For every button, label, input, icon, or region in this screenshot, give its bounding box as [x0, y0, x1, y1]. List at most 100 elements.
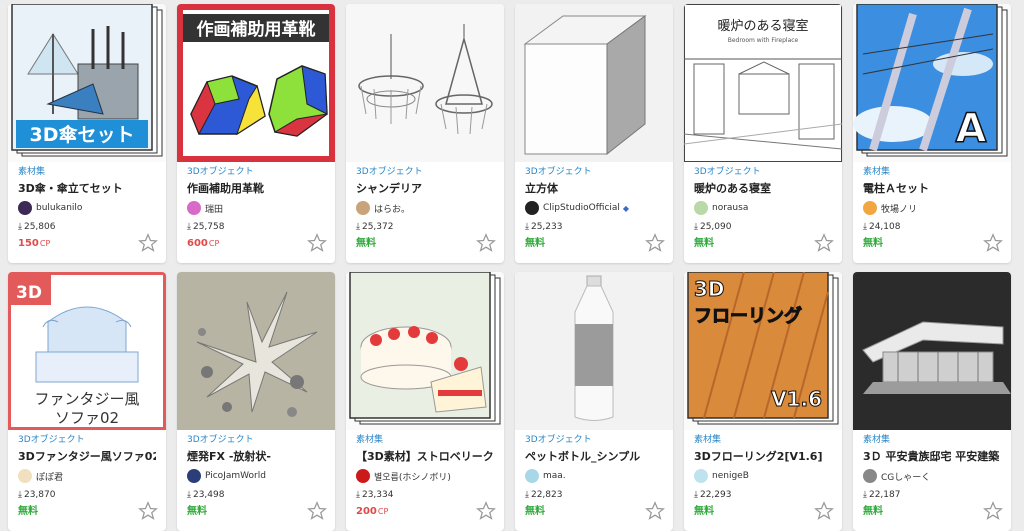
asset-title[interactable]: 作画補助用革靴: [187, 181, 325, 197]
asset-title[interactable]: シャンデリア: [356, 181, 494, 197]
thumbnail-fantasy-sofa[interactable]: 3D ファンタジー風 ソファ02: [8, 272, 166, 430]
author-name: bulukanilo: [36, 203, 83, 213]
thumbnail-chandelier[interactable]: [346, 4, 504, 162]
asset-card[interactable]: A 素材集 電柱Ａセット 牧場ノリ ⤓ 24,108 無料: [853, 4, 1011, 263]
price: 無料: [525, 506, 545, 517]
author[interactable]: maa.: [525, 468, 663, 484]
download-icon: ⤓: [525, 222, 529, 232]
author[interactable]: CGしゃーく: [863, 468, 1001, 484]
download-icon: ⤓: [18, 490, 22, 500]
download-icon: ⤓: [356, 490, 360, 500]
asset-title[interactable]: 【3D素材】ストロベリーク: [356, 449, 494, 465]
asset-card[interactable]: 素材集 【3D素材】ストロベリーク 별오름(ホシノボリ) ⤓ 23,334 200…: [346, 272, 504, 531]
favorite-star-icon[interactable]: [307, 233, 327, 253]
author[interactable]: norausa: [694, 200, 832, 216]
asset-card[interactable]: 3D フローリング V1.6 素材集 3Dフローリング2[V1.6] nenig…: [684, 272, 842, 531]
favorite-star-icon[interactable]: [983, 501, 1003, 521]
asset-card[interactable]: 3D傘セット 素材集 3D傘・傘立てセット bulukanilo ⤓ 25,806…: [8, 4, 166, 263]
asset-card[interactable]: 3Dオブジェクト 立方体 ClipStudioOfficial ◆ ⤓ 25,23…: [515, 4, 673, 263]
asset-card[interactable]: 3D ファンタジー風 ソファ02 3Dオブジェクト 3Dファンタジー風ソファ02…: [8, 272, 166, 531]
asset-title[interactable]: 立方体: [525, 181, 663, 197]
verified-badge-icon: ◆: [622, 203, 630, 213]
favorite-star-icon[interactable]: [983, 233, 1003, 253]
favorite-star-icon[interactable]: [814, 233, 834, 253]
avatar: [18, 469, 32, 483]
avatar: [187, 201, 201, 215]
asset-title[interactable]: 3Dファンタジー風ソファ02: [18, 449, 156, 465]
thumbnail-pet-bottle[interactable]: [515, 272, 673, 430]
thumbnail-cube[interactable]: [515, 4, 673, 162]
asset-card[interactable]: 3Dオブジェクト ペットボトル_シンプル maa. ⤓ 22,823 無料: [515, 272, 673, 531]
author-name: maa.: [543, 471, 566, 481]
favorite-star-icon[interactable]: [814, 501, 834, 521]
thumbnail-flooring[interactable]: 3D フローリング V1.6: [684, 272, 842, 430]
category-label: 素材集: [694, 435, 722, 445]
thumb-label-2: ソファ02: [55, 409, 119, 427]
thumb-label: A: [956, 106, 987, 152]
author-name: nenigeB: [712, 471, 749, 481]
asset-title[interactable]: ペットボトル_シンプル: [525, 449, 663, 465]
category-label: 3Dオブジェクト: [525, 435, 592, 445]
asset-title[interactable]: 煙発FX -放射状-: [187, 449, 325, 465]
avatar: [863, 469, 877, 483]
category-label: 3Dオブジェクト: [694, 167, 761, 177]
favorite-star-icon[interactable]: [476, 233, 496, 253]
download-count: ⤓ 23,334: [356, 490, 394, 500]
author[interactable]: 牧場ノリ: [863, 200, 1001, 216]
avatar: [863, 201, 877, 215]
favorite-star-icon[interactable]: [307, 501, 327, 521]
asset-card[interactable]: 素材集 3Ｄ 平安貴族邸宅 平安建築 CGしゃーく ⤓ 22,187 無料: [853, 272, 1011, 531]
category-label: 素材集: [18, 167, 46, 177]
thumb-sublabel: Bedroom with Fireplace: [728, 37, 799, 44]
asset-card[interactable]: 3Dオブジェクト シャンデリア はらお。 ⤓ 25,372 無料: [346, 4, 504, 263]
asset-title[interactable]: 3Dフローリング2[V1.6]: [694, 449, 832, 465]
author[interactable]: nenigeB: [694, 468, 832, 484]
thumbnail-bedroom[interactable]: 暖炉のある寝室 Bedroom with Fireplace: [684, 4, 842, 162]
author-name: PicoJamWorld: [205, 471, 266, 481]
author[interactable]: bulukanilo: [18, 200, 156, 216]
favorite-star-icon[interactable]: [645, 501, 665, 521]
thumb-label: 暖炉のある寝室: [717, 18, 808, 34]
thumbnail-heian-mansion[interactable]: [853, 272, 1011, 430]
category-label: 3Dオブジェクト: [356, 167, 423, 177]
price: 無料: [863, 506, 883, 517]
category-label: 3Dオブジェクト: [187, 435, 254, 445]
price: 150CP: [18, 238, 51, 249]
thumbnail-explosion-fx[interactable]: [177, 272, 335, 430]
asset-title[interactable]: 暖炉のある寝室: [694, 181, 832, 197]
favorite-star-icon[interactable]: [645, 233, 665, 253]
price: 200CP: [356, 506, 389, 517]
download-icon: ⤓: [187, 222, 191, 232]
author[interactable]: ClipStudioOfficial ◆: [525, 200, 663, 216]
asset-title[interactable]: 電柱Ａセット: [863, 181, 1001, 197]
author[interactable]: PicoJamWorld: [187, 468, 325, 484]
category-label: 3Dオブジェクト: [18, 435, 85, 445]
favorite-star-icon[interactable]: [138, 233, 158, 253]
category-label: 素材集: [863, 167, 891, 177]
download-count: ⤓ 25,372: [356, 222, 394, 232]
asset-title[interactable]: 3D傘・傘立てセット: [18, 181, 156, 197]
price: 無料: [694, 238, 714, 249]
asset-card[interactable]: 3Dオブジェクト 煙発FX -放射状- PicoJamWorld ⤓ 23,498…: [177, 272, 335, 531]
thumbnail-umbrella-set[interactable]: 3D傘セット: [8, 4, 166, 162]
favorite-star-icon[interactable]: [138, 501, 158, 521]
author-name: 牧場ノリ: [881, 204, 918, 215]
download-count: ⤓ 22,293: [694, 490, 732, 500]
author[interactable]: 별오름(ホシノボリ): [356, 468, 494, 484]
thumbnail-strawberry-cake[interactable]: [346, 272, 504, 430]
asset-title[interactable]: 3Ｄ 平安貴族邸宅 平安建築: [863, 449, 1001, 465]
avatar: [18, 201, 32, 215]
thumbnail-utility-pole[interactable]: A: [853, 4, 1011, 162]
favorite-star-icon[interactable]: [476, 501, 496, 521]
asset-card[interactable]: 作画補助用革靴 3Dオブジェクト 作画補助用革靴 瑞田 ⤓ 25,758 600C…: [177, 4, 335, 263]
download-count: ⤓ 25,758: [187, 222, 225, 232]
avatar: [525, 469, 539, 483]
thumbnail-leather-shoes[interactable]: 作画補助用革靴: [177, 4, 335, 162]
thumb-version: V1.6: [771, 387, 822, 411]
author[interactable]: はらお。: [356, 200, 494, 216]
author[interactable]: 瑞田: [187, 200, 325, 216]
author[interactable]: ぽぽ君: [18, 468, 156, 484]
asset-card[interactable]: 暖炉のある寝室 Bedroom with Fireplace 3Dオブジェクト …: [684, 4, 842, 263]
download-icon: ⤓: [694, 222, 698, 232]
author-name: norausa: [712, 203, 749, 213]
